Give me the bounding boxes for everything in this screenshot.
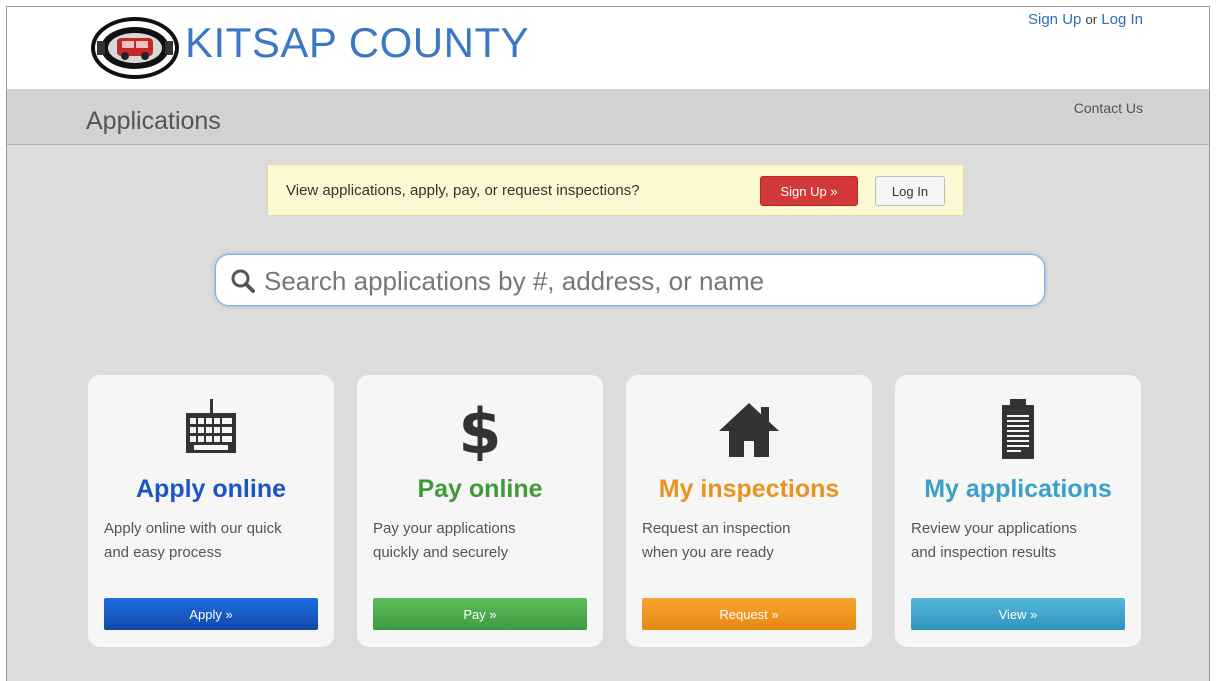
apply-online-desc: Apply online with our quick and easy pro… (104, 517, 324, 565)
brand-name: KITSAP COUNTY (185, 19, 530, 66)
my-applications-desc-line1: Review your applications (911, 520, 1077, 537)
my-applications-desc-line2: and inspection results (911, 544, 1057, 561)
my-applications-card: My applications Review your applications… (895, 375, 1141, 647)
my-inspections-desc-line1: Request an inspection (642, 520, 791, 537)
page-title: Applications (86, 107, 221, 135)
apply-online-desc-line2: and easy process (104, 544, 222, 561)
my-inspections-card: My inspections Request an inspection whe… (626, 375, 872, 647)
pay-online-desc-line1: Pay your applications (373, 520, 516, 537)
card-icon-wrap (88, 397, 334, 461)
top-bar: KITSAP COUNTY Sign Up or Log In (7, 7, 1209, 89)
kitsap-county-logo[interactable] (89, 15, 181, 81)
search-icon (231, 269, 255, 293)
header-auth-links: Sign Up or Log In (1028, 11, 1143, 28)
dollar-icon: $ (458, 397, 501, 461)
card-icon-wrap (626, 397, 872, 461)
my-inspections-title: My inspections (658, 475, 840, 503)
app-frame: KITSAP COUNTY Sign Up or Log In Applicat… (6, 6, 1210, 681)
clipboard-icon (1002, 399, 1034, 459)
my-inspections-desc: Request an inspection when you are ready (642, 517, 862, 565)
pay-online-desc-line2: quickly and securely (373, 544, 509, 561)
view-button[interactable]: View » (911, 598, 1125, 630)
sign-in-notice: View applications, apply, pay, or reques… (267, 164, 964, 216)
contact-us-link[interactable]: Contact Us (1074, 100, 1143, 116)
my-applications-desc: Review your applications and inspection … (911, 517, 1131, 565)
apply-online-card: Apply online Apply online with our quick… (88, 375, 334, 647)
my-inspections-desc-line2: when you are ready (642, 544, 774, 561)
header-log-in-link[interactable]: Log In (1101, 11, 1143, 28)
search-box (215, 254, 1045, 307)
card-icon-wrap: $ (357, 397, 603, 461)
apply-button[interactable]: Apply » (104, 598, 318, 630)
pay-online-title: Pay online (417, 475, 543, 503)
header-sign-up-link[interactable]: Sign Up (1028, 11, 1081, 28)
notice-log-in-button[interactable]: Log In (875, 176, 945, 206)
house-icon (719, 403, 779, 457)
pay-button[interactable]: Pay » (373, 598, 587, 630)
request-button[interactable]: Request » (642, 598, 856, 630)
notice-sign-up-button[interactable]: Sign Up » (760, 176, 858, 206)
pay-online-card: $ Pay online Pay your applications quick… (357, 375, 603, 647)
apply-online-title: Apply online (136, 475, 286, 503)
svg-text:$: $ (458, 397, 501, 461)
card-icon-wrap (895, 397, 1141, 461)
apply-online-desc-line1: Apply online with our quick (104, 520, 282, 537)
pay-online-desc: Pay your applications quickly and secure… (373, 517, 593, 565)
my-applications-title: My applications (924, 475, 1112, 503)
keyboard-icon (186, 399, 236, 453)
sub-header: Applications Contact Us (7, 89, 1209, 145)
search-input[interactable] (262, 255, 1026, 307)
header-or-text: or (1085, 12, 1098, 27)
notice-text: View applications, apply, pay, or reques… (286, 182, 640, 199)
